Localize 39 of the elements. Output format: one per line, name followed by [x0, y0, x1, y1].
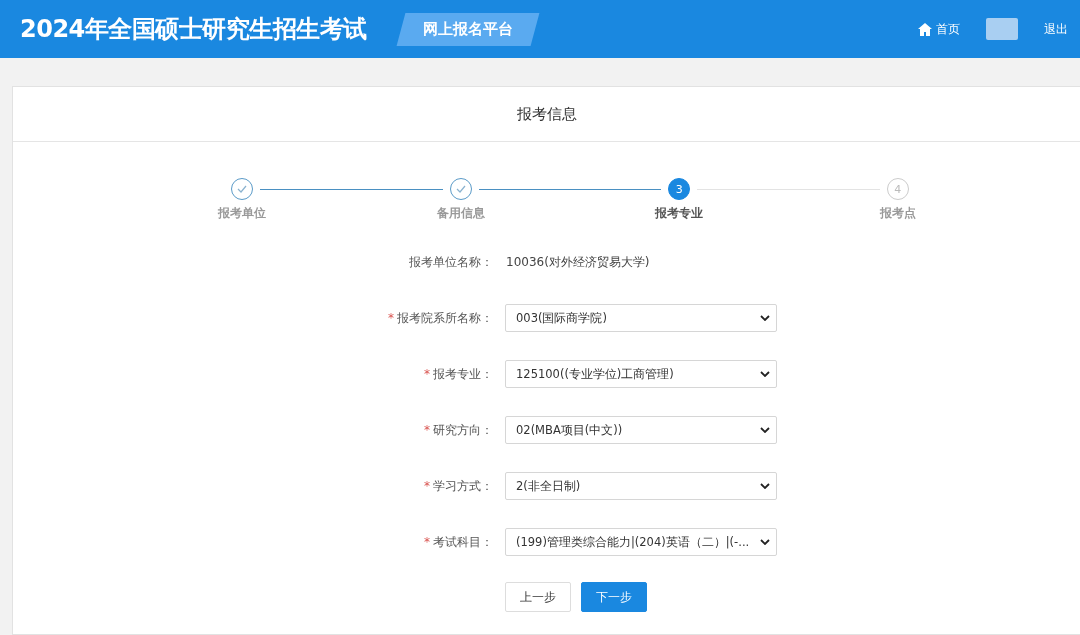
chevron-down-icon [760, 315, 770, 321]
select-field[interactable]: 125100((专业学位)工商管理) [505, 360, 777, 388]
previous-step-button[interactable]: 上一步 [505, 582, 571, 612]
site-title: 2024年全国硕士研究生招生考试 [20, 14, 367, 45]
field-label: * 考试科目： [423, 533, 494, 551]
home-link[interactable]: 首页 [918, 20, 960, 38]
step-circle: 4 [886, 178, 909, 200]
required-mark: * [424, 534, 430, 549]
check-icon [455, 185, 466, 193]
select-field[interactable]: 003(国际商学院) [505, 304, 777, 332]
step-label: 报考点 [879, 205, 916, 222]
select-field[interactable]: (199)管理类综合能力|(204)英语（二）|(-... [505, 528, 777, 556]
chevron-down-icon [760, 539, 770, 545]
select-field[interactable]: 02(MBA项目(中文)) [505, 416, 777, 444]
logout-link[interactable]: 退出 [1044, 20, 1068, 38]
field-label: * 学习方式： [423, 477, 494, 495]
required-mark: * [424, 366, 430, 381]
chevron-down-icon [760, 483, 770, 489]
field-value: 10036(对外经济贸易大学) [506, 253, 650, 271]
next-step-button[interactable]: 下一步 [581, 582, 647, 612]
platform-tag: 网上报名平台 [396, 12, 540, 46]
required-mark: * [424, 422, 430, 437]
field-label: * 报考专业： [423, 365, 494, 383]
check-icon [237, 185, 248, 193]
required-mark: * [424, 478, 430, 493]
field-label: 报考单位名称： [408, 253, 494, 271]
home-icon [918, 22, 932, 36]
field-label: * 报考院系所名称： [387, 309, 494, 327]
step-label: 报考专业 [655, 205, 704, 222]
step-label: 报考单位 [218, 205, 267, 222]
card-title: 报考信息 [516, 104, 577, 124]
required-mark: * [388, 310, 394, 325]
chevron-down-icon [760, 371, 770, 377]
select-field[interactable]: 2(非全日制) [505, 472, 777, 500]
step-label: 备用信息 [436, 205, 485, 222]
step-circle: 3 [668, 178, 691, 200]
chevron-down-icon [760, 427, 770, 433]
avatar-placeholder [986, 18, 1018, 40]
field-label: * 研究方向： [423, 421, 494, 439]
